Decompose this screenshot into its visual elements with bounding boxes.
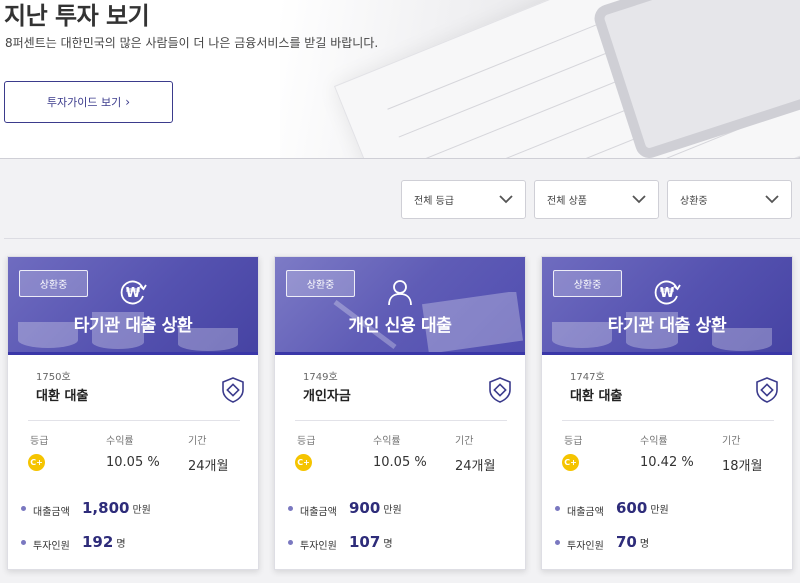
shield-icon	[222, 377, 244, 403]
grade-filter-select[interactable]: 전체 등급	[401, 180, 526, 219]
product-filter-select[interactable]: 전체 상품	[534, 180, 659, 219]
investors-unit: 명	[383, 539, 393, 550]
page-subtitle: 8퍼센트는 대한민국의 많은 사람들이 더 나은 금융서비스를 받길 바랍니다.	[5, 36, 379, 50]
rate-value: 10.05 %	[106, 455, 160, 470]
chevron-down-icon	[499, 195, 513, 204]
investors-value: 70	[616, 533, 637, 551]
grade-badge: C+	[562, 454, 579, 471]
card-header: 상환중 ₩ 타기관 대출 상환	[542, 257, 792, 355]
page-title: 지난 투자 보기	[4, 2, 150, 30]
loan-card[interactable]: 상환중 ₩ 타기관 대출 상환 1747호 대환 대출 등급 수익률 기간 C+…	[541, 256, 793, 570]
grade-filter-value: 전체 등급	[414, 196, 454, 207]
period-value: 24개월	[188, 459, 229, 474]
bullet-dot	[555, 540, 560, 545]
investors-value: 107	[349, 533, 381, 551]
rate-label: 수익률	[640, 436, 668, 447]
status-badge: 상환중	[553, 270, 622, 297]
shield-icon	[489, 377, 511, 403]
section-divider	[4, 238, 800, 239]
loan-card[interactable]: 상환중 개인 신용 대출 1749호 개인자금 등급 수익률 기간 C+ 10.…	[274, 256, 526, 570]
bullet-dot	[288, 540, 293, 545]
hero-banner: 지난 투자 보기 8퍼센트는 대한민국의 많은 사람들이 더 나은 금융서비스를…	[0, 0, 800, 159]
investors-unit: 명	[116, 539, 126, 550]
loan-amount-unit: 만원	[132, 505, 151, 516]
grade-label: 등급	[30, 436, 49, 447]
shield-icon	[756, 377, 778, 403]
chevron-down-icon	[765, 195, 779, 204]
card-divider	[295, 420, 507, 421]
period-label: 기간	[455, 436, 474, 447]
loan-amount-unit: 만원	[383, 505, 402, 516]
loan-amount-value: 900	[349, 499, 381, 517]
loan-number: 1747호	[570, 372, 605, 383]
loan-number: 1749호	[303, 372, 338, 383]
chevron-right-icon: ›	[125, 95, 131, 109]
investors-label: 투자인원	[33, 541, 70, 552]
loan-category-title: 타기관 대출 상환	[607, 316, 727, 336]
grade-label: 등급	[297, 436, 316, 447]
period-value: 18개월	[722, 459, 763, 474]
period-label: 기간	[722, 436, 741, 447]
rate-value: 10.42 %	[640, 455, 694, 470]
status-badge: 상환중	[19, 270, 88, 297]
rate-value: 10.05 %	[373, 455, 427, 470]
svg-text:₩: ₩	[126, 286, 141, 301]
product-filter-value: 전체 상품	[547, 196, 587, 207]
rate-label: 수익률	[373, 436, 401, 447]
grade-label: 등급	[564, 436, 583, 447]
svg-text:₩: ₩	[660, 286, 675, 301]
loan-name: 개인자금	[303, 389, 351, 404]
hero-background-image	[280, 0, 800, 158]
investment-guide-label: 투자가이드 보기	[46, 96, 122, 109]
loan-amount-value: 1,800	[82, 499, 130, 517]
status-filter-value: 상환중	[680, 196, 708, 207]
chevron-down-icon	[632, 195, 646, 204]
investors-label: 투자인원	[567, 541, 604, 552]
bullet-dot	[21, 506, 26, 511]
loan-category-title: 타기관 대출 상환	[73, 316, 193, 336]
grade-badge: C+	[28, 454, 45, 471]
loan-category-title: 개인 신용 대출	[348, 316, 452, 336]
investors-unit: 명	[639, 539, 650, 550]
loan-amount-label: 대출금액	[33, 507, 70, 518]
investment-guide-button[interactable]: 투자가이드 보기 ›	[4, 81, 173, 123]
loan-amount-unit: 만원	[650, 505, 669, 516]
bullet-dot	[21, 540, 26, 545]
loan-card[interactable]: 상환중 ₩ 타기관 대출 상환 1750호 대환 대출 등급 수익률 기간 C+…	[7, 256, 259, 570]
won-refresh-icon: ₩	[654, 280, 681, 305]
loan-number: 1750호	[36, 372, 71, 383]
person-icon	[388, 280, 412, 306]
card-header: 상환중 개인 신용 대출	[275, 257, 525, 355]
card-divider	[28, 420, 240, 421]
bullet-dot	[555, 506, 560, 511]
won-refresh-icon: ₩	[120, 280, 147, 305]
period-value: 24개월	[455, 459, 496, 474]
loan-name: 대환 대출	[570, 389, 623, 404]
grade-badge: C+	[295, 454, 312, 471]
period-label: 기간	[188, 436, 207, 447]
card-header: 상환중 ₩ 타기관 대출 상환	[8, 257, 258, 355]
card-divider	[562, 420, 774, 421]
loan-amount-label: 대출금액	[567, 507, 604, 518]
status-filter-select[interactable]: 상환중	[667, 180, 792, 219]
loan-amount-value: 600	[616, 499, 648, 517]
investors-value: 192	[82, 533, 114, 551]
investors-label: 투자인원	[300, 541, 337, 552]
loan-amount-label: 대출금액	[300, 507, 337, 518]
loan-name: 대환 대출	[36, 389, 89, 404]
status-badge: 상환중	[286, 270, 355, 297]
bullet-dot	[288, 506, 293, 511]
rate-label: 수익률	[106, 436, 134, 447]
